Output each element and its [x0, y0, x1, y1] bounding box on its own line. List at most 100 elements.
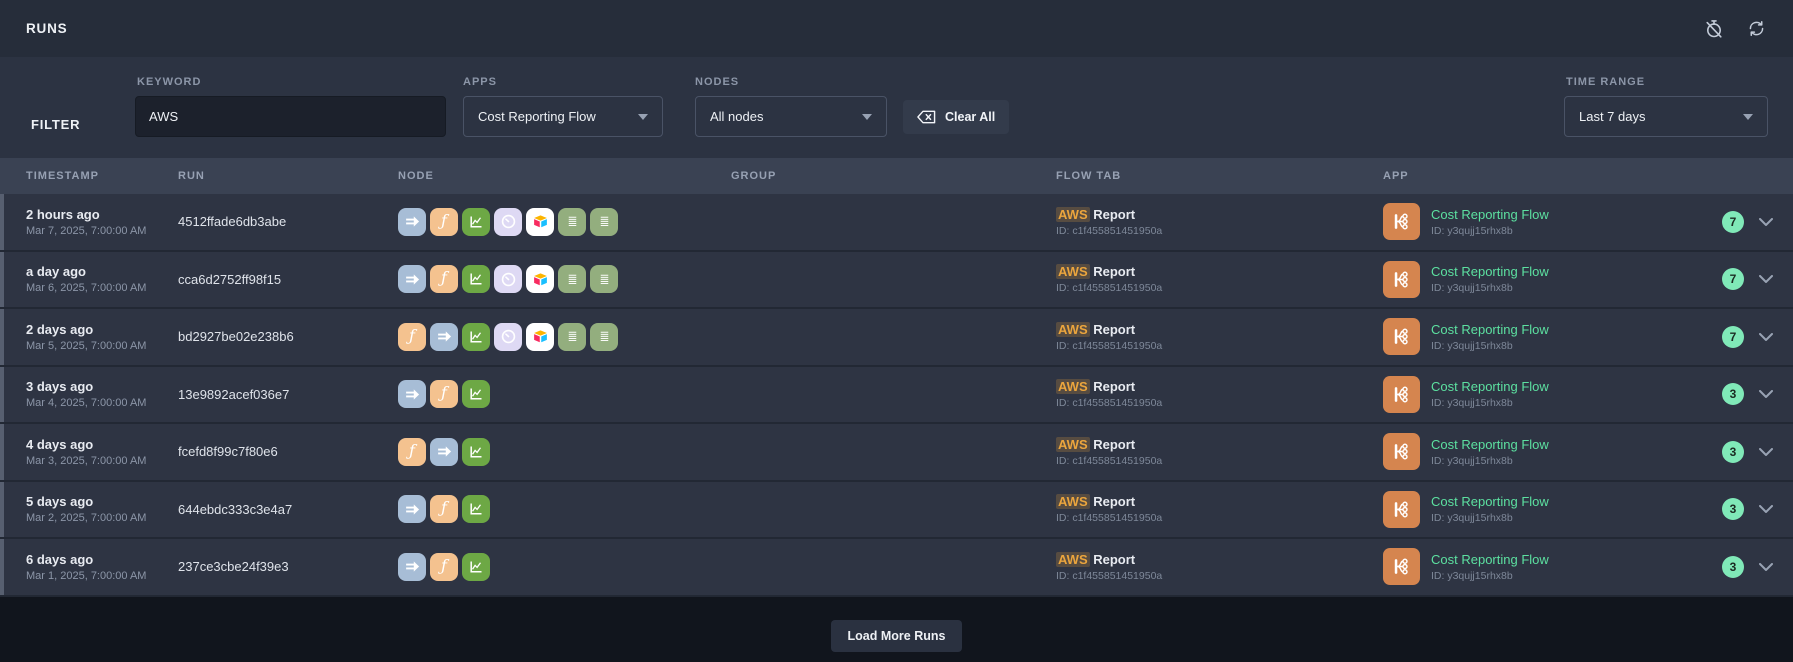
timer-off-icon[interactable]	[1699, 14, 1729, 44]
flow-tab-cell: AWS ReportID: c1f455851451950a	[1056, 552, 1383, 582]
flow-tab-title: Report	[1090, 494, 1136, 509]
function-icon[interactable]: ƒ	[430, 380, 458, 408]
run-row[interactable]: 3 days agoMar 4, 2025, 7:00:00 AM13e9892…	[0, 367, 1793, 425]
notes-icon[interactable]	[558, 323, 586, 351]
node-cell: ƒ	[398, 438, 731, 466]
timestamp-text: Mar 4, 2025, 7:00:00 AM	[26, 397, 178, 409]
column-header-timestamp: TIMESTAMP	[26, 170, 178, 182]
relative-time: 2 days ago	[26, 322, 178, 337]
chevron-down-icon	[638, 114, 648, 120]
backspace-icon	[917, 110, 936, 124]
timer-icon[interactable]	[494, 265, 522, 293]
app-id: ID: y3qujj15rhx8b	[1431, 512, 1549, 524]
nodes-label: NODES	[695, 76, 739, 88]
expand-chevron-icon[interactable]	[1759, 333, 1773, 341]
flow-tab-cell: AWS ReportID: c1f455851451950a	[1056, 264, 1383, 294]
app-name-link[interactable]: Cost Reporting Flow	[1431, 264, 1549, 279]
notes-icon[interactable]	[590, 265, 618, 293]
expand-chevron-icon[interactable]	[1759, 448, 1773, 456]
run-id: cca6d2752ff98f15	[178, 272, 398, 287]
chart-icon[interactable]	[462, 265, 490, 293]
keyword-highlight: AWS	[1056, 322, 1090, 337]
app-name-link[interactable]: Cost Reporting Flow	[1431, 437, 1549, 452]
expand-chevron-icon[interactable]	[1759, 218, 1773, 226]
timestamp-cell: a day agoMar 6, 2025, 7:00:00 AM	[26, 264, 178, 294]
app-name-link[interactable]: Cost Reporting Flow	[1431, 552, 1549, 567]
app-name-link[interactable]: Cost Reporting Flow	[1431, 494, 1549, 509]
flow-tab-id: ID: c1f455851451950a	[1056, 225, 1383, 237]
flow-app-icon	[1383, 261, 1420, 298]
relative-time: a day ago	[26, 264, 178, 279]
chart-icon[interactable]	[462, 323, 490, 351]
node-count-badge: 7	[1722, 326, 1744, 348]
run-row[interactable]: 5 days agoMar 2, 2025, 7:00:00 AM644ebdc…	[0, 482, 1793, 540]
chart-icon[interactable]	[462, 495, 490, 523]
router-arrow-icon[interactable]	[398, 265, 426, 293]
router-arrow-icon[interactable]	[398, 380, 426, 408]
timer-icon[interactable]	[494, 208, 522, 236]
notes-icon[interactable]	[590, 323, 618, 351]
app-name-link[interactable]: Cost Reporting Flow	[1431, 207, 1549, 222]
router-arrow-icon[interactable]	[430, 323, 458, 351]
expand-chevron-icon[interactable]	[1759, 390, 1773, 398]
function-icon[interactable]: ƒ	[398, 438, 426, 466]
flow-tab-title: Report	[1090, 437, 1136, 452]
flow-tab-id: ID: c1f455851451950a	[1056, 570, 1383, 582]
timer-icon[interactable]	[494, 323, 522, 351]
function-icon[interactable]: ƒ	[398, 323, 426, 351]
router-arrow-icon[interactable]	[398, 553, 426, 581]
row-actions: 7	[1713, 211, 1793, 233]
runs-table-body: 2 hours agoMar 7, 2025, 7:00:00 AM4512ff…	[0, 194, 1793, 597]
notes-icon[interactable]	[558, 208, 586, 236]
time-range-select[interactable]: Last 7 days	[1564, 96, 1768, 137]
expand-chevron-icon[interactable]	[1759, 563, 1773, 571]
node-cell: ƒ	[398, 265, 731, 293]
airtable-icon[interactable]	[526, 208, 554, 236]
router-arrow-icon[interactable]	[398, 495, 426, 523]
run-row[interactable]: 6 days agoMar 1, 2025, 7:00:00 AM237ce3c…	[0, 539, 1793, 597]
app-name-link[interactable]: Cost Reporting Flow	[1431, 379, 1549, 394]
app-name-link[interactable]: Cost Reporting Flow	[1431, 322, 1549, 337]
clear-all-button[interactable]: Clear All	[903, 100, 1009, 134]
app-cell: Cost Reporting FlowID: y3qujj15rhx8b	[1383, 548, 1713, 585]
function-icon[interactable]: ƒ	[430, 495, 458, 523]
function-icon[interactable]: ƒ	[430, 553, 458, 581]
timestamp-text: Mar 1, 2025, 7:00:00 AM	[26, 570, 178, 582]
apps-select[interactable]: Cost Reporting Flow	[463, 96, 663, 137]
airtable-icon[interactable]	[526, 265, 554, 293]
nodes-select[interactable]: All nodes	[695, 96, 887, 137]
chart-icon[interactable]	[462, 438, 490, 466]
title-bar: RUNS	[0, 0, 1793, 57]
expand-chevron-icon[interactable]	[1759, 275, 1773, 283]
time-range-select-value: Last 7 days	[1579, 109, 1646, 124]
row-actions: 7	[1713, 268, 1793, 290]
relative-time: 6 days ago	[26, 552, 178, 567]
notes-icon[interactable]	[590, 208, 618, 236]
router-arrow-icon[interactable]	[430, 438, 458, 466]
timestamp-cell: 2 hours agoMar 7, 2025, 7:00:00 AM	[26, 207, 178, 237]
keyword-highlight: AWS	[1056, 552, 1090, 567]
expand-chevron-icon[interactable]	[1759, 505, 1773, 513]
run-row[interactable]: 2 hours agoMar 7, 2025, 7:00:00 AM4512ff…	[0, 194, 1793, 252]
flow-tab-cell: AWS ReportID: c1f455851451950a	[1056, 322, 1383, 352]
router-arrow-icon[interactable]	[398, 208, 426, 236]
chart-icon[interactable]	[462, 380, 490, 408]
airtable-icon[interactable]	[526, 323, 554, 351]
chart-icon[interactable]	[462, 553, 490, 581]
app-cell: Cost Reporting FlowID: y3qujj15rhx8b	[1383, 261, 1713, 298]
flow-app-icon	[1383, 548, 1420, 585]
chart-icon[interactable]	[462, 208, 490, 236]
load-more-runs-button[interactable]: Load More Runs	[831, 620, 963, 652]
function-icon[interactable]: ƒ	[430, 208, 458, 236]
keyword-highlight: AWS	[1056, 437, 1090, 452]
run-row[interactable]: a day agoMar 6, 2025, 7:00:00 AMcca6d275…	[0, 252, 1793, 310]
timestamp-text: Mar 7, 2025, 7:00:00 AM	[26, 225, 178, 237]
function-icon[interactable]: ƒ	[430, 265, 458, 293]
notes-icon[interactable]	[558, 265, 586, 293]
row-actions: 7	[1713, 326, 1793, 348]
run-row[interactable]: 4 days agoMar 3, 2025, 7:00:00 AMfcefd8f…	[0, 424, 1793, 482]
keyword-input[interactable]	[135, 96, 446, 137]
app-cell: Cost Reporting FlowID: y3qujj15rhx8b	[1383, 433, 1713, 470]
refresh-icon[interactable]	[1741, 14, 1771, 44]
run-row[interactable]: 2 days agoMar 5, 2025, 7:00:00 AMbd2927b…	[0, 309, 1793, 367]
